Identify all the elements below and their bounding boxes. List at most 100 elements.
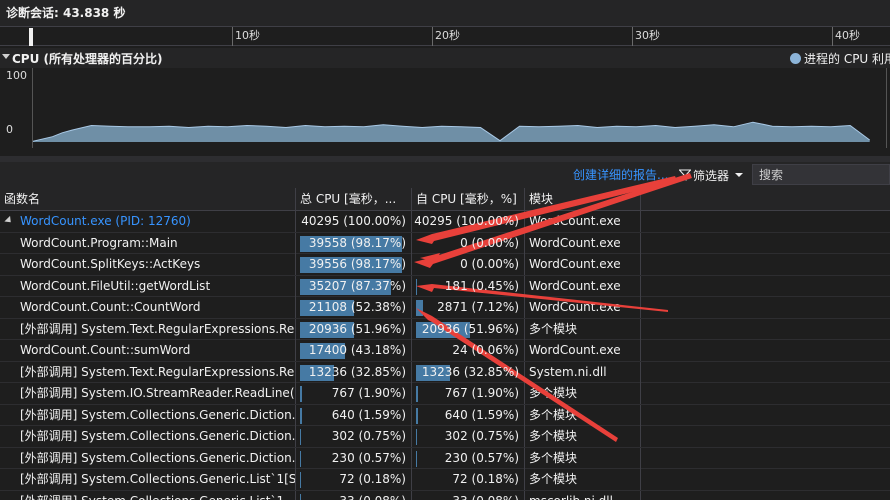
self-cpu-value: 33 (0.08%) [452,494,519,500]
function-name-cell: WordCount.Program::Main [0,232,296,254]
table-row[interactable]: WordCount.FileUtil::getWordList 35207 (87… [0,275,890,297]
module-cell: WordCount.exe [525,232,641,254]
function-name-cell: [外部调用] System.Text.RegularExpressions.Re… [0,361,296,383]
self-cpu-value: 230 (0.57%) [444,450,519,465]
timeline-selection-handle[interactable] [29,28,33,46]
self-cpu-value: 13236 (32.85%) [421,364,519,379]
table-row[interactable]: [外部调用] System.Text.RegularExpressions.Re… [0,361,890,383]
function-name-cell: WordCount.Count::sumWord [0,340,296,361]
total-cpu-value: 13236 (32.85%) [308,364,406,379]
self-cpu-cell: 20936 (51.96%) [412,318,525,340]
function-name-cell: WordCount.FileUtil::getWordList [0,275,296,297]
function-name-cell: [外部调用] System.Collections.Generic.Dictio… [0,447,296,469]
total-cpu-cell: 72 (0.18%) [296,469,412,490]
total-cpu-cell: 640 (1.59%) [296,404,412,426]
column-header-module[interactable]: 模块 [525,188,641,211]
total-cpu-value: 17400 (43.18%) [308,343,406,357]
column-header-total-cpu[interactable]: 总 CPU [毫秒，... [296,188,412,211]
table-body: WordCount.exe (PID: 12760) 40295 (100.00%… [0,211,890,500]
total-cpu-cell: 40295 (100.00%) [296,211,412,232]
self-cpu-cell: 0 (0.00%) [412,232,525,254]
self-cpu-cell: 230 (0.57%) [412,447,525,469]
table-row[interactable]: WordCount.exe (PID: 12760) 40295 (100.00%… [0,211,890,233]
table-row[interactable]: [外部调用] System.Text.RegularExpressions.Re… [0,318,890,340]
timeline-tick [432,27,433,46]
module-cell: WordCount.exe [525,275,641,297]
self-cpu-value: 20936 (51.96%) [421,321,519,336]
self-cpu-cell: 72 (0.18%) [412,469,525,490]
cpu-panel-header: CPU (所有处理器的百分比) 进程的 CPU 利用 [0,48,890,68]
self-cpu-cell: 33 (0.08%) [412,490,525,500]
timeline-tick-label: 40秒 [835,29,860,42]
total-cpu-value: 40295 (100.00%) [301,214,406,228]
total-cpu-value: 39558 (98.17%) [308,235,406,250]
y-axis-max-label: 100 [6,69,27,82]
total-cpu-value: 21108 (52.38%) [308,300,406,314]
total-cpu-cell: 20936 (51.96%) [296,318,412,340]
cpu-usage-area-chart [32,121,870,142]
timeline-tick-label: 20秒 [435,29,460,42]
table-row[interactable]: [外部调用] System.Collections.Generic.Dictio… [0,447,890,469]
total-cpu-cell: 21108 (52.38%) [296,297,412,318]
search-input[interactable] [752,164,890,185]
total-cpu-value: 230 (0.57%) [331,450,406,465]
timeline-tick [632,27,633,46]
table-row[interactable]: [外部调用] System.Collections.Generic.List`1… [0,469,890,491]
total-cpu-cell: 39558 (98.17%) [296,232,412,254]
total-cpu-value: 33 (0.08%) [339,494,406,500]
timeline-tick-label: 30秒 [635,29,660,42]
total-cpu-value: 20936 (51.96%) [308,321,406,336]
module-cell: System.ni.dll [525,361,641,383]
timeline-tick [832,27,833,46]
self-cpu-value: 302 (0.75%) [444,429,519,443]
filter-button[interactable]: 筛选器 [679,165,744,185]
module-cell: 多个模块 [525,469,641,490]
collapse-icon[interactable] [2,54,10,59]
function-table: 函数名 总 CPU [毫秒，... 自 CPU [毫秒，%] 模块 WordCo… [0,188,890,500]
chevron-down-icon [735,173,744,177]
module-cell: WordCount.exe [525,211,641,232]
self-cpu-value: 0 (0.00%) [460,235,519,250]
table-row[interactable]: [外部调用] System.IO.StreamReader.ReadLine(.… [0,383,890,405]
self-cpu-cell: 181 (0.45%) [412,275,525,297]
column-header-self-cpu[interactable]: 自 CPU [毫秒，%] [412,188,525,211]
self-cpu-cell: 2871 (7.12%) [412,297,525,318]
column-header-function-name[interactable]: 函数名 [0,188,296,211]
cpu-plot-area [32,68,887,148]
function-name-cell: WordCount.exe (PID: 12760) [0,211,296,232]
module-cell: 多个模块 [525,383,641,404]
total-cpu-cell: 230 (0.57%) [296,447,412,469]
timeline-ruler[interactable]: 10秒 20秒 30秒 40秒 [0,26,890,46]
self-cpu-value: 2871 (7.12%) [437,300,519,314]
module-cell: 多个模块 [525,318,641,340]
table-row[interactable]: [外部调用] System.Collections.Generic.Dictio… [0,404,890,426]
cpu-legend: 进程的 CPU 利用 [790,50,890,67]
self-cpu-value: 24 (0.06%) [452,343,519,357]
total-cpu-cell: 39556 (98.17%) [296,254,412,275]
table-row[interactable]: [外部调用] System.Collections.Generic.List`1… [0,490,890,500]
table-row[interactable]: WordCount.SplitKeys::ActKeys 39556 (98.17… [0,254,890,276]
create-report-link[interactable]: 创建详细的报告... [573,166,668,183]
total-cpu-cell: 302 (0.75%) [296,426,412,447]
self-cpu-value: 72 (0.18%) [452,472,519,486]
function-name-cell: [外部调用] System.Collections.Generic.List`1… [0,469,296,490]
table-row[interactable]: [外部调用] System.Collections.Generic.Dictio… [0,426,890,448]
session-duration: 诊断会话: 43.838 秒 [0,0,890,26]
table-header: 函数名 总 CPU [毫秒，... 自 CPU [毫秒，%] 模块 [0,188,890,211]
timeline-tick-label: 10秒 [235,29,260,42]
filter-icon [679,169,691,181]
self-cpu-cell: 767 (1.90%) [412,383,525,404]
legend-label: 进程的 CPU 利用 [804,52,890,66]
filter-label: 筛选器 [693,168,730,183]
total-cpu-value: 72 (0.18%) [339,472,406,486]
module-cell: WordCount.exe [525,297,641,318]
module-cell: 多个模块 [525,426,641,447]
self-cpu-value: 767 (1.90%) [444,386,519,400]
table-row[interactable]: WordCount.Count::sumWord 17400 (43.18%) 24… [0,340,890,362]
function-name-cell: [外部调用] System.Collections.Generic.Dictio… [0,426,296,447]
total-cpu-cell: 767 (1.90%) [296,383,412,404]
table-row[interactable]: WordCount.Program::Main 39558 (98.17%) 0 (… [0,232,890,254]
y-axis-min-label: 0 [6,123,13,136]
table-row[interactable]: WordCount.Count::CountWord 21108 (52.38%)… [0,297,890,319]
total-cpu-cell: 17400 (43.18%) [296,340,412,361]
